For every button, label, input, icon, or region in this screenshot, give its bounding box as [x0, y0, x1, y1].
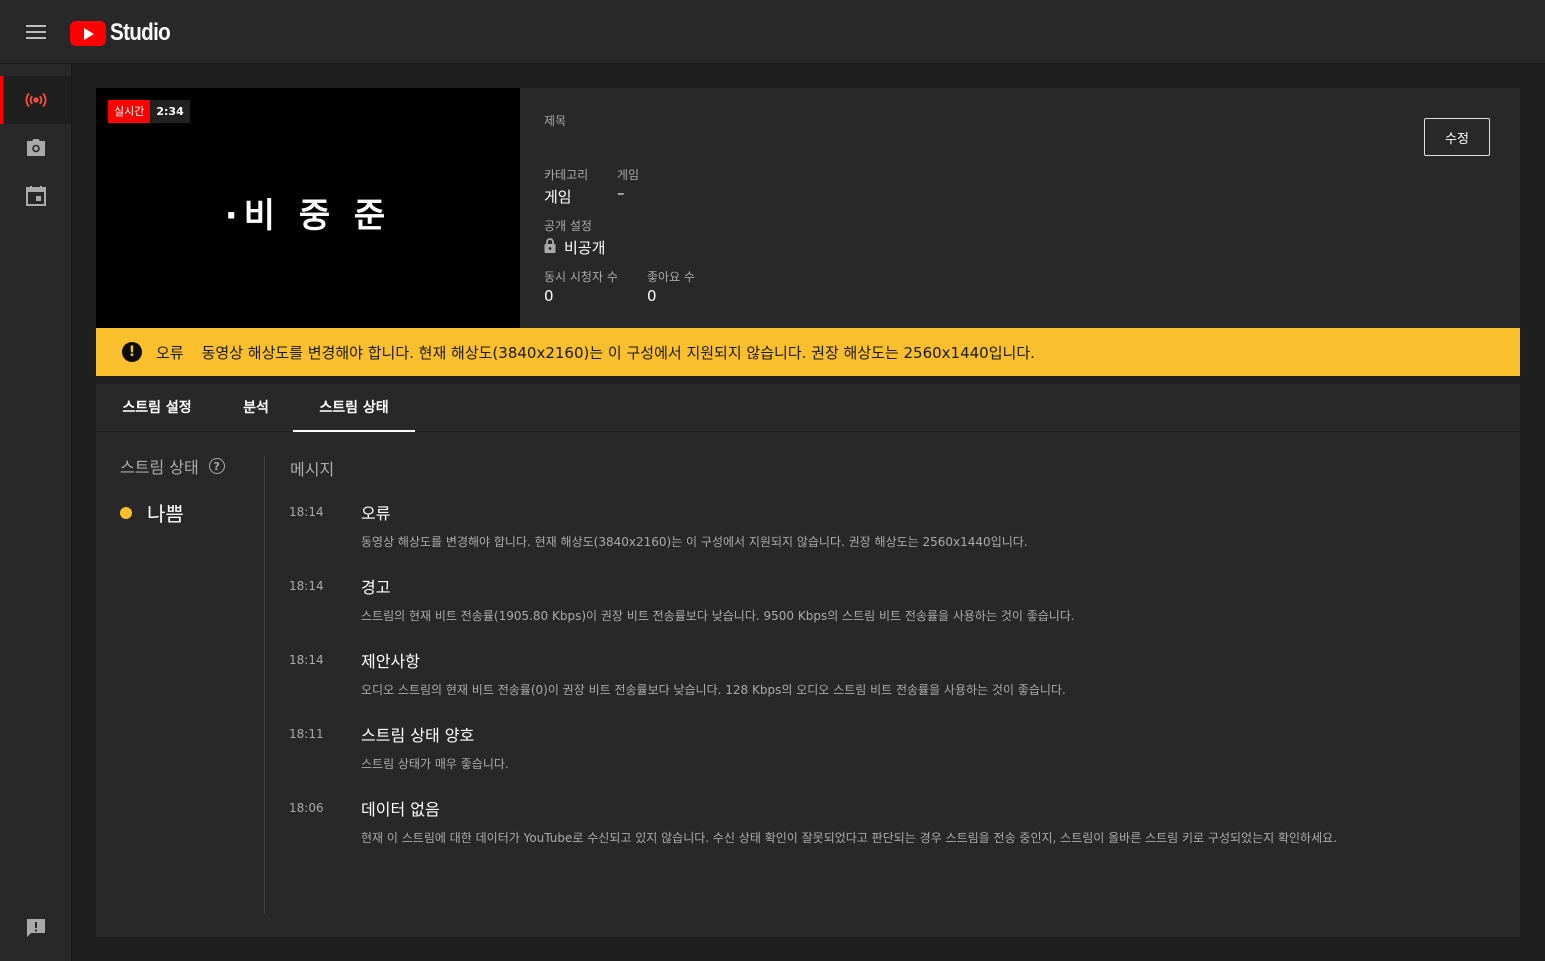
column-divider: [264, 456, 265, 914]
tab-bar: 스트림 설정 분석 스트림 상태: [96, 384, 1520, 432]
help-icon[interactable]: ?: [208, 458, 225, 474]
message-desc: 스트림 상태가 매우 좋습니다.: [361, 757, 509, 771]
sidebar-item-manage[interactable]: [0, 172, 71, 220]
game-label: 게임: [617, 168, 640, 182]
tab-analytics[interactable]: 분석: [218, 384, 294, 432]
message-desc: 동영상 해상도를 변경해야 합니다. 현재 해상도(3840x2160)는 이 …: [361, 535, 1028, 549]
live-label: 실시간: [108, 100, 151, 123]
message-time: 18:14: [289, 579, 324, 593]
status-title: 스트림 상태: [120, 458, 199, 477]
tab-stream-health[interactable]: 스트림 상태: [293, 384, 415, 432]
message-time: 18:14: [289, 505, 324, 519]
status-value-row: 나쁨: [120, 498, 184, 527]
viewers-label: 동시 시청자 수: [544, 270, 618, 284]
messages-header: 메시지: [290, 460, 335, 479]
edit-button[interactable]: 수정: [1424, 118, 1490, 156]
viewers-value: 0: [544, 287, 554, 305]
live-badge: 실시간 2:34: [108, 100, 190, 123]
live-time: 2:34: [150, 100, 190, 123]
message-time: 18:14: [289, 653, 324, 667]
message-desc: 현재 이 스트림에 대한 데이터가 YouTube로 수신되고 있지 않습니다.…: [361, 831, 1337, 845]
sidebar-item-webcam[interactable]: [0, 124, 71, 172]
category-label: 카테고리: [544, 168, 589, 182]
stream-preview[interactable]: 실시간 2:34 ·비 중 준: [96, 88, 520, 328]
logo-text: Studio: [110, 19, 171, 46]
privacy-label: 공개 설정: [544, 219, 592, 233]
calendar-icon: [25, 186, 46, 206]
live-broadcast-icon: [24, 92, 48, 108]
studio-logo[interactable]: Studio: [70, 19, 180, 47]
stream-info-panel: 실시간 2:34 ·비 중 준 제목 카테고리 게임 게임 – 공개 설정 비공…: [96, 88, 1520, 328]
message-desc: 스트림의 현재 비트 전송률(1905.80 Kbps)이 권장 비트 전송률보…: [361, 609, 1075, 623]
title-label: 제목: [544, 114, 567, 128]
status-dot-icon: [120, 506, 132, 519]
youtube-play-icon: [70, 20, 106, 46]
message-title: 데이터 없음: [361, 800, 440, 819]
game-value: –: [617, 184, 625, 202]
banner-label: 오류: [156, 343, 184, 362]
privacy-value: 비공개: [564, 239, 606, 257]
status-value: 나쁨: [147, 502, 184, 526]
hamburger-menu-icon[interactable]: [26, 25, 46, 39]
likes-label: 좋아요 수: [647, 270, 695, 284]
camera-icon: [26, 139, 46, 157]
stream-health-panel: 스트림 설정 분석 스트림 상태 스트림 상태 ? 나쁨 메시지 18:14 오…: [96, 384, 1520, 937]
sidebar-item-feedback[interactable]: [0, 904, 71, 952]
status-column: 스트림 상태 ? 나쁨: [120, 454, 260, 526]
feedback-icon: [26, 918, 46, 938]
privacy-value-row: 비공개: [544, 237, 605, 258]
banner-message: 동영상 해상도를 변경해야 합니다. 현재 해상도(3840x2160)는 이 …: [201, 343, 1035, 362]
message-title: 스트림 상태 양호: [361, 726, 475, 745]
status-title-row: 스트림 상태 ?: [120, 454, 260, 478]
sidebar-item-stream[interactable]: [0, 76, 71, 124]
message-title: 제안사항: [361, 652, 420, 671]
category-value: 게임: [544, 188, 572, 206]
lock-icon: [544, 238, 556, 257]
sidebar: [0, 64, 72, 961]
preview-overlay-text: ·비 중 준: [224, 196, 392, 236]
top-bar: Studio: [0, 0, 1545, 64]
error-banner: ! 오류 동영상 해상도를 변경해야 합니다. 현재 해상도(3840x2160…: [96, 328, 1520, 376]
message-title: 오류: [361, 504, 391, 523]
message-time: 18:06: [289, 801, 324, 815]
message-title: 경고: [361, 578, 391, 597]
tab-stream-settings[interactable]: 스트림 설정: [96, 384, 218, 432]
error-icon: !: [122, 342, 142, 362]
message-desc: 오디오 스트림의 현재 비트 전송률(0)이 권장 비트 전송률보다 낮습니다.…: [361, 683, 1066, 697]
likes-value: 0: [647, 287, 657, 305]
message-time: 18:11: [289, 727, 324, 741]
